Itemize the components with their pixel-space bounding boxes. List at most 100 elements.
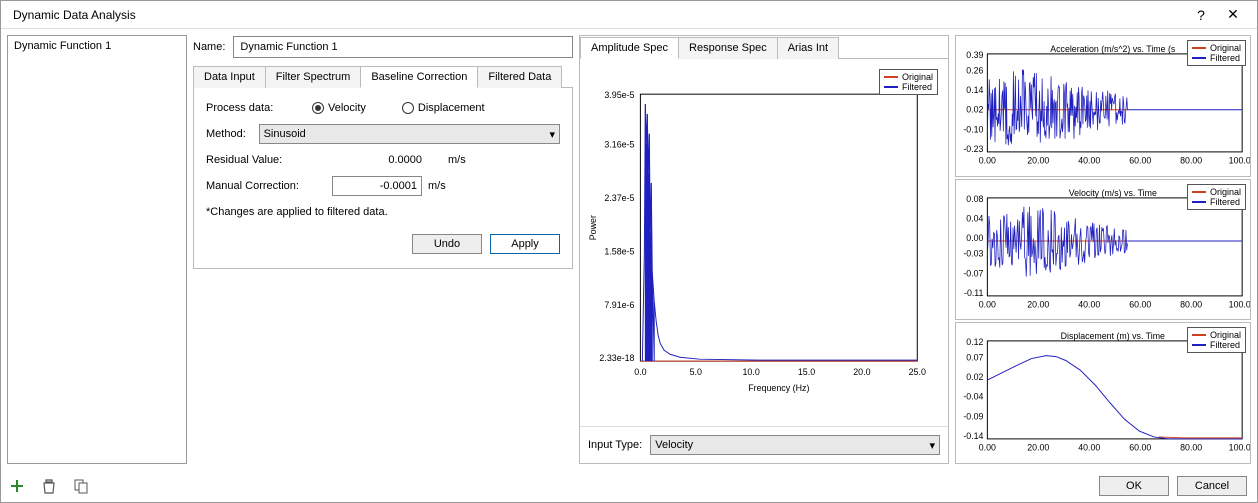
radio-displacement[interactable]: Displacement: [402, 102, 485, 114]
method-select[interactable]: Sinusoid ▾: [259, 124, 560, 144]
svg-text:-0.11: -0.11: [964, 288, 984, 298]
manual-correction-input[interactable]: [332, 176, 422, 196]
svg-text:0.0: 0.0: [634, 367, 646, 377]
svg-text:10.0: 10.0: [743, 367, 760, 377]
residual-unit: m/s: [448, 154, 466, 166]
tab-response-spec[interactable]: Response Spec: [678, 37, 778, 59]
delete-icon[interactable]: [41, 478, 57, 494]
svg-text:0.02: 0.02: [966, 105, 983, 115]
svg-text:80.00: 80.00: [1180, 443, 1202, 453]
method-value: Sinusoid: [264, 128, 306, 140]
svg-text:20.00: 20.00: [1027, 156, 1049, 166]
undo-button[interactable]: Undo: [412, 234, 482, 254]
svg-text:0.00: 0.00: [966, 233, 983, 243]
chevron-down-icon: ▾: [549, 128, 555, 141]
settings-tabs: Data Input Filter Spectrum Baseline Corr…: [193, 65, 573, 88]
svg-text:-0.03: -0.03: [963, 248, 983, 258]
svg-text:60.00: 60.00: [1129, 156, 1151, 166]
help-button[interactable]: ?: [1185, 7, 1217, 23]
svg-text:0.07: 0.07: [966, 353, 983, 363]
cancel-button[interactable]: Cancel: [1177, 476, 1247, 496]
svg-text:0.26: 0.26: [966, 65, 983, 75]
mini-legend: Original Filtered: [1187, 184, 1246, 210]
close-button[interactable]: ✕: [1217, 6, 1249, 23]
svg-text:1.58e-5: 1.58e-5: [604, 246, 634, 256]
tab-filter-spectrum[interactable]: Filter Spectrum: [265, 66, 362, 88]
add-icon[interactable]: [9, 478, 25, 494]
svg-text:Displacement (m) vs. Time: Displacement (m) vs. Time: [1061, 331, 1165, 341]
manual-unit: m/s: [428, 180, 446, 192]
svg-text:20.0: 20.0: [853, 367, 870, 377]
svg-text:80.00: 80.00: [1180, 299, 1202, 309]
svg-text:3.16e-5: 3.16e-5: [604, 140, 634, 150]
svg-text:100.00: 100.00: [1229, 443, 1250, 453]
method-label: Method:: [206, 128, 253, 140]
svg-text:60.00: 60.00: [1129, 299, 1151, 309]
name-input[interactable]: [233, 36, 573, 58]
svg-text:2.33e-18: 2.33e-18: [599, 353, 634, 363]
apply-button[interactable]: Apply: [490, 234, 560, 254]
function-list-item[interactable]: Dynamic Function 1: [10, 38, 184, 54]
mini-chart-velocity: Original Filtered Velocity (m/s) vs. Tim…: [955, 179, 1251, 321]
tab-arias-int[interactable]: Arias Int: [777, 37, 839, 59]
copy-icon[interactable]: [73, 478, 89, 494]
mini-legend: Original Filtered: [1187, 327, 1246, 353]
tab-filtered-data[interactable]: Filtered Data: [477, 66, 562, 88]
ok-button[interactable]: OK: [1099, 476, 1169, 496]
mini-charts-panel: Original Filtered Acceleration (m/s^2) v…: [955, 35, 1251, 464]
tab-amplitude-spec[interactable]: Amplitude Spec: [580, 37, 679, 59]
mini-chart-displacement: Original Filtered Displacement (m) vs. T…: [955, 322, 1251, 464]
window-title: Dynamic Data Analysis: [9, 8, 1185, 22]
svg-text:Acceleration (m/s^2) vs. Time: Acceleration (m/s^2) vs. Time (s: [1050, 44, 1176, 54]
svg-text:-0.09: -0.09: [963, 412, 983, 422]
svg-text:40.00: 40.00: [1078, 299, 1100, 309]
dialog-window: Dynamic Data Analysis ? ✕ Dynamic Functi…: [0, 0, 1258, 503]
manual-correction-label: Manual Correction:: [206, 180, 326, 192]
svg-text:-0.23: -0.23: [963, 144, 983, 154]
svg-text:5.0: 5.0: [690, 367, 702, 377]
svg-text:-0.14: -0.14: [963, 431, 983, 441]
changes-note: *Changes are applied to filtered data.: [206, 206, 560, 218]
tab-baseline-correction[interactable]: Baseline Correction: [360, 66, 478, 88]
radio-velocity[interactable]: Velocity: [312, 102, 366, 114]
content-area: Dynamic Function 1 Name: Data Input Filt…: [1, 29, 1257, 470]
svg-text:15.0: 15.0: [798, 367, 815, 377]
svg-text:-0.10: -0.10: [963, 124, 983, 134]
svg-text:7.91e-6: 7.91e-6: [604, 300, 634, 310]
svg-text:80.00: 80.00: [1180, 156, 1202, 166]
baseline-correction-form: Process data: Velocity Displacement Meth…: [193, 88, 573, 269]
dialog-footer: OK Cancel: [201, 470, 1257, 502]
main-chart-svg: 2.33e-187.91e-61.58e-52.37e-53.16e-53.95…: [586, 65, 942, 420]
legend-swatch-original: [884, 76, 898, 78]
sidebar: Dynamic Function 1: [7, 35, 187, 464]
function-list[interactable]: Dynamic Function 1: [7, 35, 187, 464]
svg-text:-0.07: -0.07: [963, 268, 983, 278]
radio-velocity-label: Velocity: [328, 102, 366, 114]
legend-filtered: Filtered: [902, 82, 932, 92]
svg-text:100.00: 100.00: [1229, 156, 1250, 166]
mini-chart-acceleration: Original Filtered Acceleration (m/s^2) v…: [955, 35, 1251, 177]
legend-swatch-filtered: [884, 86, 898, 88]
svg-text:2.37e-5: 2.37e-5: [604, 193, 634, 203]
svg-text:0.00: 0.00: [979, 299, 996, 309]
svg-text:Power: Power: [588, 215, 598, 240]
chevron-down-icon: ▾: [929, 439, 935, 452]
svg-text:0.39: 0.39: [966, 50, 983, 60]
input-type-label: Input Type:: [588, 439, 642, 451]
svg-text:0.12: 0.12: [966, 337, 983, 347]
svg-text:40.00: 40.00: [1078, 156, 1100, 166]
sidebar-toolbar: [1, 472, 201, 500]
radio-displacement-label: Displacement: [418, 102, 485, 114]
svg-text:0.08: 0.08: [966, 193, 983, 203]
residual-value: 0.0000: [332, 154, 422, 166]
svg-text:60.00: 60.00: [1129, 443, 1151, 453]
input-type-select[interactable]: Velocity ▾: [650, 435, 940, 455]
chart-tabs: Amplitude Spec Response Spec Arias Int: [580, 36, 948, 59]
settings-panel: Name: Data Input Filter Spectrum Baselin…: [193, 35, 573, 464]
svg-text:Velocity (m/s) vs. Time: Velocity (m/s) vs. Time: [1069, 188, 1157, 198]
input-type-row: Input Type: Velocity ▾: [580, 426, 948, 463]
svg-text:0.00: 0.00: [979, 443, 996, 453]
tab-data-input[interactable]: Data Input: [193, 66, 266, 88]
legend-original: Original: [902, 72, 933, 82]
main-chart-area: Original Filtered 2.33e-18 7.91e-6 1.58e-5…: [580, 59, 948, 426]
